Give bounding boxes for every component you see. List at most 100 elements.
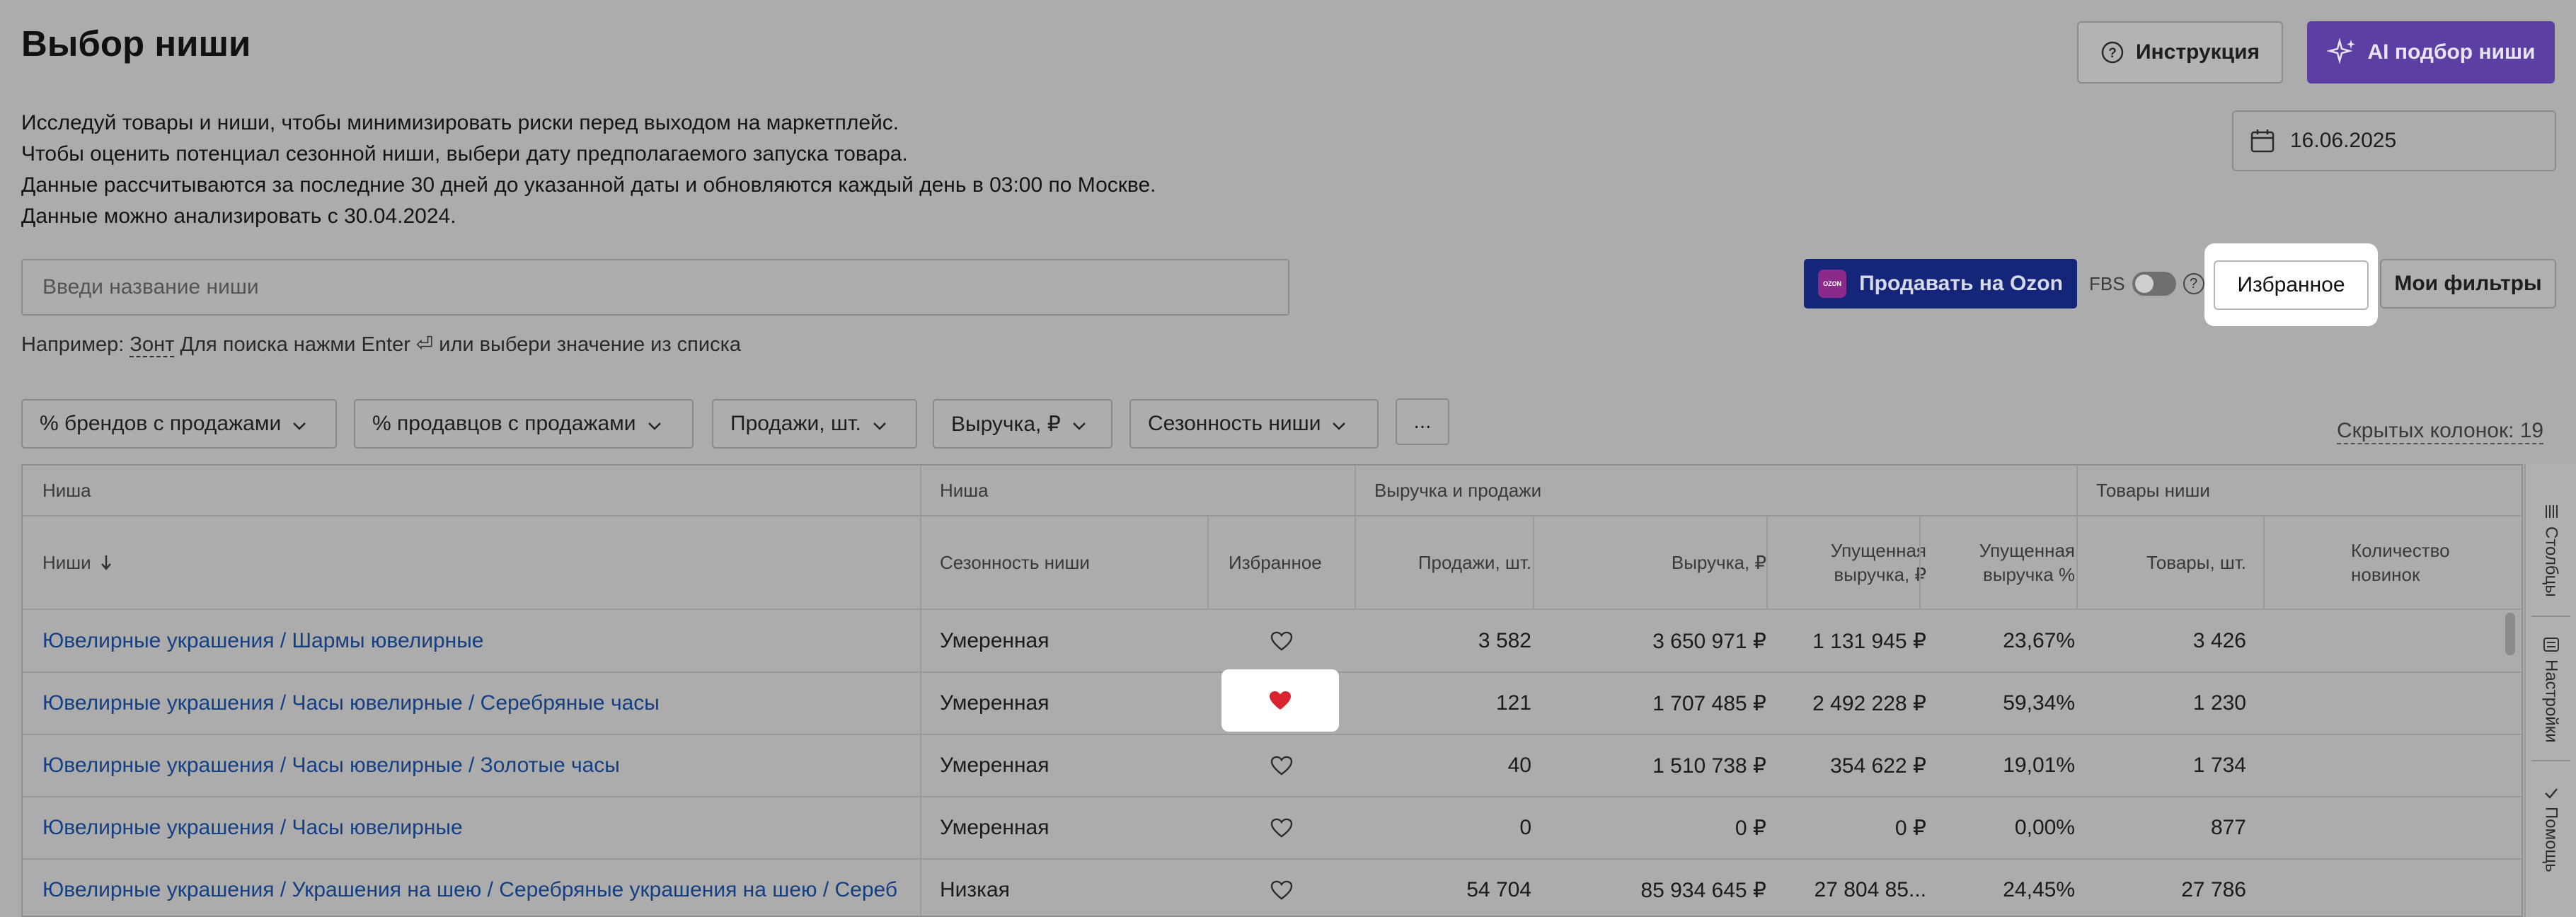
heart-outline-icon (1270, 880, 1293, 900)
lost-pct-header: Упущенная выручка % (1979, 538, 2075, 587)
niche-link[interactable]: Ювелирные украшения / Часы ювелирные (42, 797, 914, 859)
chevron-down-icon (873, 412, 887, 436)
col-header-niche[interactable]: Ниши (42, 517, 113, 609)
date-picker[interactable]: 16.06.2025 (2232, 110, 2556, 171)
page-title: Выбор ниши (21, 23, 251, 64)
description-line: Данные можно анализировать с 30.04.2024. (21, 204, 456, 228)
filter-chip-seasonality[interactable]: Сезонность ниши (1129, 399, 1379, 449)
lost-revenue-cell: 1 131 945 ₽ (1812, 629, 1926, 653)
column-divider (1766, 517, 1768, 609)
side-tab-help[interactable]: Помощь (2526, 787, 2576, 872)
svg-text:?: ? (2108, 46, 2117, 61)
revenue-cell: 85 934 645 ₽ (1640, 878, 1766, 902)
goods-cell: 3 426 (2192, 629, 2246, 652)
lost-pct-cell: 59,34% (2003, 691, 2075, 715)
instruction-button[interactable]: ? Инструкция (2077, 21, 2283, 83)
table-scrollbar[interactable] (2505, 613, 2515, 655)
table-row[interactable]: Ювелирные украшения / Украшения на шею /… (23, 859, 2522, 916)
lost-pct-cell: 0,00% (2014, 816, 2075, 839)
favorite-toggle[interactable] (1209, 610, 1355, 672)
side-tab-label: Столбцы (2541, 526, 2561, 597)
col-header-revenue[interactable]: Выручка, ₽ (1557, 517, 1766, 609)
favorites-label: Избранное (2237, 272, 2345, 296)
chevron-down-icon (1332, 412, 1346, 436)
col-header-favorite[interactable]: Избранное (1229, 517, 1322, 609)
niche-link[interactable]: Ювелирные украшения / Часы ювелирные / С… (42, 672, 914, 734)
lost-revenue-header: Упущенная выручка, ₽ (1831, 538, 1926, 587)
favorites-button[interactable]: Избранное (2214, 260, 2369, 310)
filter-chip-revenue[interactable]: Выручка, ₽ (933, 399, 1112, 449)
col-header-lost-revenue[interactable]: Упущенная выручка, ₽ (1788, 517, 1926, 609)
column-divider (1919, 517, 1921, 609)
group-header-niche: Ниша (42, 479, 91, 501)
heart-outline-icon (1270, 756, 1293, 775)
niche-search-input[interactable]: Введи название ниши (21, 259, 1289, 316)
lost-pct-cell: 19,01% (2003, 754, 2075, 777)
favorites-highlight: Избранное (2204, 243, 2378, 326)
lost-pct-cell: 24,45% (2003, 878, 2075, 901)
hint-example-link[interactable]: Зонт (130, 333, 175, 357)
sales-cell: 3 582 (1478, 629, 1531, 652)
col-header-goods[interactable]: Товары, шт. (2096, 517, 2246, 609)
header-line: Упущенная (1830, 540, 1926, 561)
more-filters-button[interactable]: ... (1396, 398, 1449, 445)
niche-link[interactable]: Ювелирные украшения / Часы ювелирные / З… (42, 734, 914, 797)
table-row[interactable]: Ювелирные украшения / Часы ювелирные Умер… (23, 797, 2522, 860)
chip-label: Продажи, шт. (730, 412, 861, 435)
sales-cell: 54 704 (1466, 878, 1531, 901)
niche-link[interactable]: Ювелирные украшения / Шармы ювелирные (42, 610, 914, 672)
table-row[interactable]: Ювелирные украшения / Шармы ювелирные Уме… (23, 610, 2522, 673)
favorite-active-highlight[interactable] (1221, 669, 1339, 732)
goods-cell: 1 734 (2192, 754, 2246, 777)
my-filters-button[interactable]: Мои фильтры (2380, 259, 2556, 308)
header-line: выручка, ₽ (1834, 564, 1926, 585)
hidden-columns-link[interactable]: Скрытых колонок: 19 (2337, 419, 2544, 444)
ozon-button-label: Продавать на Ozon (1859, 272, 2063, 295)
col-header-seasonality[interactable]: Сезонность ниши (940, 517, 1090, 609)
header-line: выручка % (1983, 564, 2075, 585)
fbs-toggle[interactable] (2132, 272, 2176, 296)
instruction-label: Инструкция (2135, 40, 2260, 64)
goods-cell: 1 230 (2192, 691, 2246, 715)
divider (2531, 760, 2570, 761)
column-divider (2263, 517, 2265, 609)
group-header-niche-2: Ниша (940, 479, 989, 501)
seasonality-cell: Умеренная (940, 754, 1050, 777)
seasonality-cell: Умеренная (940, 691, 1050, 715)
side-tab-settings[interactable]: Настройки (2526, 637, 2576, 743)
side-tab-label: Помощь (2541, 807, 2561, 872)
column-divider (1207, 517, 1209, 609)
favorite-toggle[interactable] (1209, 859, 1355, 916)
favorite-toggle[interactable] (1209, 797, 1355, 859)
col-header-sales[interactable]: Продажи, шт. (1376, 517, 1531, 609)
heart-filled-icon (1268, 690, 1292, 711)
ai-niche-button[interactable]: AI подбор ниши (2307, 21, 2555, 83)
lost-revenue-cell: 27 804 85... (1814, 878, 1926, 901)
col-niche-label: Ниши (42, 552, 91, 573)
side-tab-columns[interactable]: Столбцы (2526, 504, 2576, 597)
table-row[interactable]: Ювелирные украшения / Часы ювелирные / З… (23, 734, 2522, 797)
favorite-toggle[interactable] (1209, 734, 1355, 797)
filter-chip-sellers[interactable]: % продавцов с продажами (354, 399, 694, 449)
chip-label: % брендов с продажами (40, 412, 282, 435)
filter-chip-sales[interactable]: Продажи, шт. (712, 399, 917, 449)
divider (2531, 616, 2570, 617)
filter-chip-brands[interactable]: % брендов с продажами (21, 399, 337, 449)
revenue-cell: 1 707 485 ₽ (1652, 691, 1766, 715)
seasonality-cell: Умеренная (940, 629, 1050, 652)
niche-link[interactable]: Ювелирные украшения / Украшения на шею /… (42, 859, 914, 916)
sort-arrow-down-icon (100, 554, 113, 571)
heart-outline-icon (1270, 631, 1293, 651)
group-header-revenue-sales: Выручка и продажи (1374, 479, 1542, 501)
col-header-new-count[interactable]: Количество новинок (2351, 517, 2522, 609)
ozon-logo-icon: OZON (1818, 270, 1847, 298)
calendar-icon (2249, 127, 2276, 154)
sparkle-icon (2326, 37, 2358, 68)
ozon-logo-text: OZON (1823, 280, 1842, 287)
seasonality-cell: Умеренная (940, 816, 1050, 839)
side-panel: Столбцы Настройки Помощь (2524, 464, 2576, 917)
help-icon[interactable]: ? (2183, 273, 2204, 294)
sell-on-ozon-button[interactable]: OZON Продавать на Ozon (1804, 259, 2077, 308)
col-header-lost-pct[interactable]: Упущенная выручка % (1948, 517, 2075, 609)
fbs-label: FBS (2089, 272, 2125, 294)
